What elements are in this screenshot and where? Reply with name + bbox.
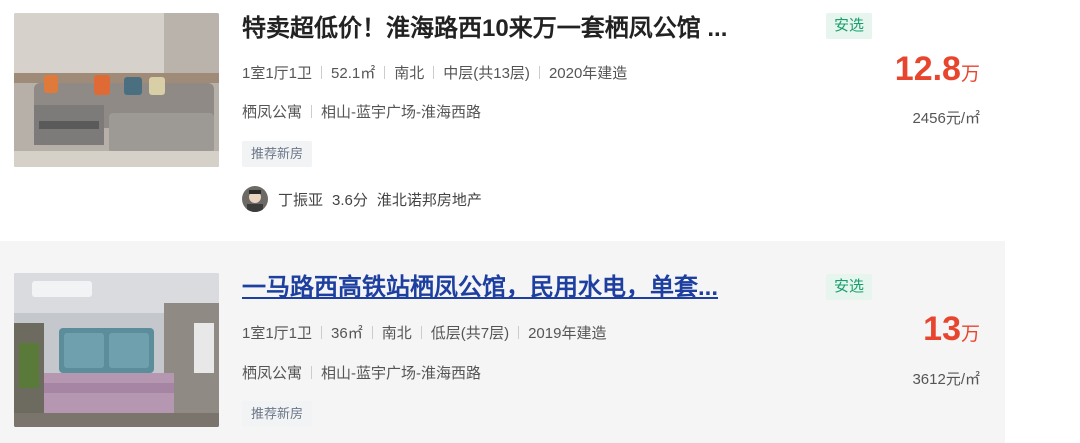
agent-name[interactable]: 丁振亚	[278, 189, 323, 210]
listing-location: 栖凤公寓 相山-蓝宇广场-淮海西路	[242, 101, 481, 122]
floor-level: 中层(共13层)	[443, 65, 530, 82]
price-value: 13	[923, 310, 961, 348]
unit-price: 3612元/㎡	[912, 371, 980, 388]
price-value: 12.8	[894, 50, 961, 88]
divider	[321, 326, 323, 339]
district-address[interactable]: 相山-蓝宇广场-淮海西路	[321, 104, 481, 121]
floor-area: 36㎡	[331, 325, 363, 342]
room-layout: 1室1厅1卫	[242, 325, 313, 342]
district-address[interactable]: 相山-蓝宇广场-淮海西路	[321, 365, 481, 382]
divider	[311, 105, 313, 118]
listing-photo[interactable]	[14, 273, 219, 427]
listing-list: 特卖超低价！淮海路西10来万一套栖凤公馆 ... 安选 1室1厅1卫 52.1㎡南…	[0, 0, 1080, 443]
listing-location: 栖凤公寓 相山-蓝宇广场-淮海西路	[242, 362, 481, 383]
divider	[371, 326, 373, 339]
total-price: 13万	[923, 310, 980, 349]
listing-attributes: 1室1厅1卫 52.1㎡ 南北 中层(共13层) 2020年建造	[242, 62, 627, 83]
total-price: 12.8万	[895, 50, 980, 89]
orientation: 南北	[394, 65, 425, 82]
divider	[518, 326, 520, 339]
listing-card[interactable]: 特卖超低价！淮海路西10来万一套栖凤公馆 ... 安选 1室1厅1卫 52.1㎡ 南…	[0, 0, 1005, 238]
price-unit: 万	[960, 324, 980, 345]
divider	[311, 366, 313, 379]
listing-photo[interactable]	[14, 13, 219, 167]
build-year: 2019年建造	[528, 325, 607, 342]
divider	[538, 66, 540, 79]
agent-info[interactable]: 丁振亚 3.6分 淮北诺邦房地产	[242, 186, 482, 212]
agent-score: 3.6分	[332, 191, 368, 209]
divider	[321, 66, 323, 79]
build-year: 2020年建造	[548, 65, 628, 82]
divider	[420, 326, 422, 339]
community-name[interactable]: 栖凤公寓	[242, 365, 302, 382]
room-layout: 1室1厅1卫	[242, 65, 313, 82]
divider	[433, 66, 435, 79]
listing-title-link[interactable]: 一马路西高铁站栖凤公馆，民用水电，单套...	[242, 272, 812, 304]
price-unit: 万	[960, 64, 980, 85]
orientation: 南北	[381, 325, 412, 342]
verified-badge: 安选	[826, 274, 873, 300]
unit-price: 2456元/㎡	[912, 110, 980, 127]
listing-title-link[interactable]: 特卖超低价！淮海路西10来万一套栖凤公馆 ...	[242, 13, 812, 45]
listing-attributes: 1室1厅1卫 36㎡ 南北 低层(共7层) 2019年建造	[242, 322, 606, 343]
community-name[interactable]: 栖凤公寓	[242, 104, 302, 121]
listing-tag: 推荐新房	[242, 141, 313, 167]
divider	[384, 66, 386, 79]
listing-tag: 推荐新房	[242, 401, 313, 427]
agency-name[interactable]: 淮北诺邦房地产	[377, 189, 482, 210]
agent-avatar[interactable]	[242, 186, 268, 212]
listing-card[interactable]: 一马路西高铁站栖凤公馆，民用水电，单套... 安选 1室1厅1卫 36㎡ 南北 低层(…	[0, 241, 1005, 443]
verified-badge: 安选	[826, 13, 873, 39]
floor-level: 低层(共7层)	[430, 325, 510, 342]
floor-area: 52.1㎡	[331, 65, 376, 82]
